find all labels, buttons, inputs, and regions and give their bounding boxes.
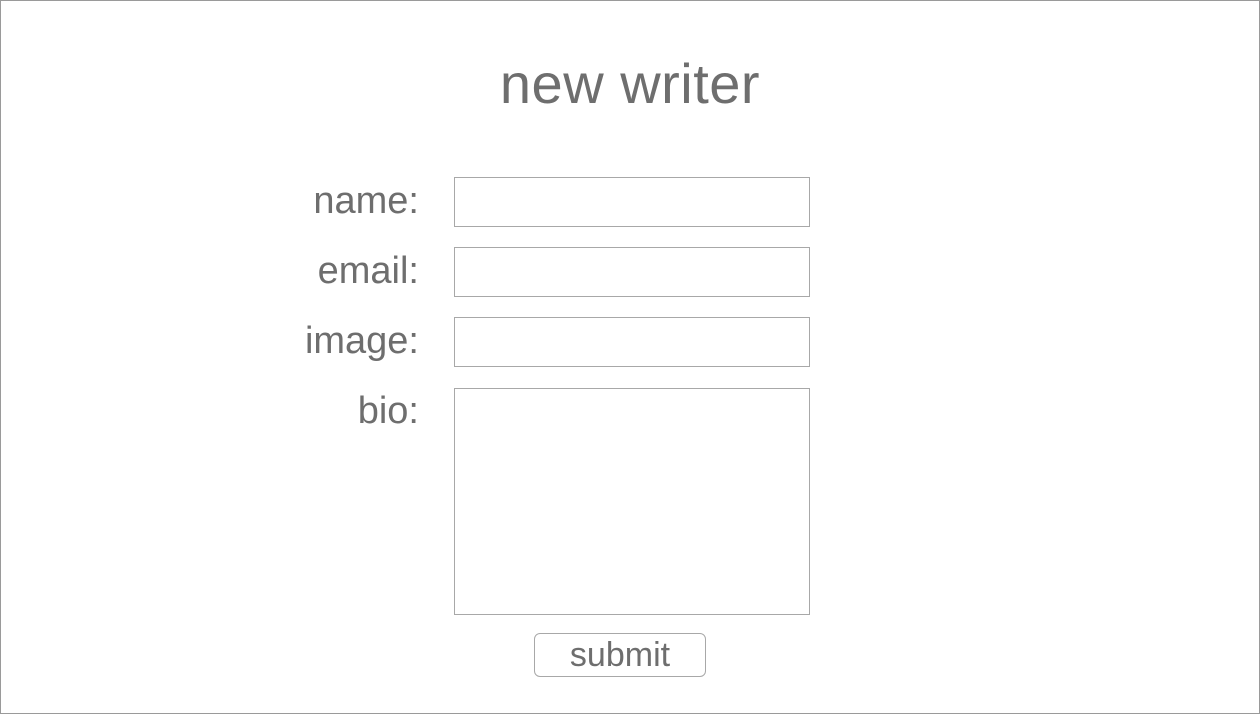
submit-button[interactable]: submit — [534, 633, 706, 677]
page-frame: new writer name: email: image: bio: subm… — [0, 0, 1260, 714]
name-label: name: — [313, 180, 419, 222]
image-label: image: — [304, 320, 419, 362]
bio-textarea[interactable] — [454, 388, 810, 615]
name-field[interactable] — [454, 177, 810, 227]
page-title: new writer — [499, 52, 761, 115]
image-field[interactable] — [454, 317, 810, 367]
email-label: email: — [317, 250, 419, 292]
email-field[interactable] — [454, 247, 810, 297]
bio-label: bio: — [357, 390, 419, 432]
